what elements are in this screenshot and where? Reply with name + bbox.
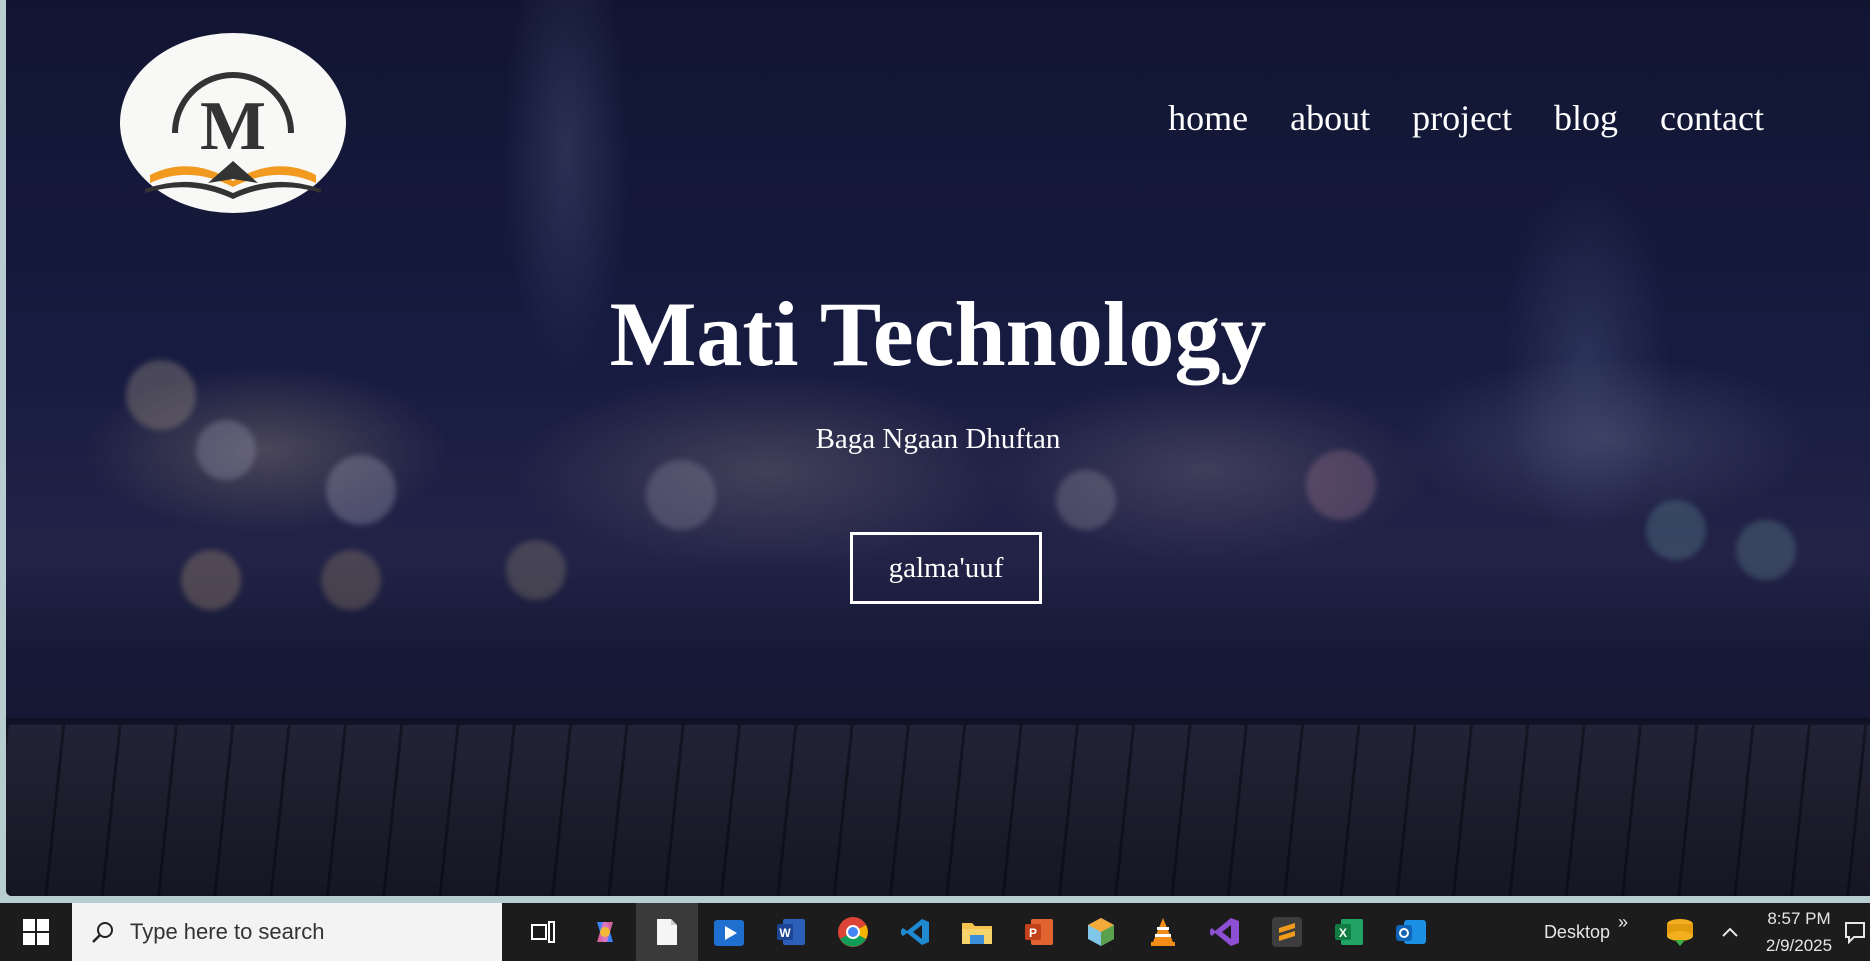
file-explorer-icon[interactable] (946, 903, 1008, 961)
nav-about[interactable]: about (1290, 100, 1370, 136)
vlc-icon[interactable] (1132, 903, 1194, 961)
clock-date: 2/9/2025 (1765, 936, 1833, 955)
vscode-icon[interactable] (884, 903, 946, 961)
book-logo-icon: M (145, 72, 321, 199)
notification-icon[interactable] (1844, 903, 1870, 961)
system-tray: Desktop » 8:57 PM 2/9/2025 (1544, 903, 1870, 961)
media-player-icon[interactable] (698, 903, 760, 961)
search-placeholder: Type here to search (130, 919, 325, 944)
toolbar-chevron[interactable]: » (1618, 912, 1628, 933)
visual-studio-icon[interactable] (1194, 903, 1256, 961)
search-icon (92, 922, 113, 943)
hero-title: Mati Technology (609, 283, 1267, 385)
logo-letter: M (200, 88, 266, 165)
hero-subtitle: Baga Ngaan Dhuftan (815, 423, 1061, 455)
taskbar-clock[interactable]: 8:57 PM 2/9/2025 (1754, 905, 1844, 959)
nav-contact[interactable]: contact (1660, 100, 1764, 136)
taskbar: Type here to search W P X Desktop » 8:57… (0, 903, 1870, 961)
start-button[interactable] (0, 903, 72, 961)
excel-icon[interactable]: X (1318, 903, 1380, 961)
chrome-icon[interactable] (822, 903, 884, 961)
nav-project[interactable]: project (1412, 100, 1512, 136)
svg-text:W: W (779, 926, 791, 940)
browser-viewport: M home about project blog contact Mati T… (6, 0, 1870, 896)
nav-home[interactable]: home (1168, 100, 1248, 136)
site-logo[interactable]: M (120, 33, 346, 213)
coin-stack-icon[interactable] (1654, 903, 1706, 961)
svg-text:X: X (1339, 926, 1347, 940)
clock-time: 8:57 PM (1767, 909, 1831, 928)
outlook-icon[interactable] (1380, 903, 1442, 961)
copilot-icon[interactable] (574, 903, 636, 961)
taskbar-search[interactable]: Type here to search (72, 903, 502, 961)
main-nav: home about project blog contact (1168, 100, 1764, 136)
netbeans-icon[interactable] (1070, 903, 1132, 961)
windows-logo-icon (23, 919, 49, 945)
cta-button[interactable]: galma'uuf (850, 532, 1042, 604)
word-icon[interactable]: W (760, 903, 822, 961)
sublime-text-icon[interactable] (1256, 903, 1318, 961)
powerpoint-icon[interactable]: P (1008, 903, 1070, 961)
desktop-toolbar-label[interactable]: Desktop (1544, 922, 1610, 943)
task-view-icon[interactable] (512, 903, 574, 961)
chevron-up-icon[interactable] (1706, 903, 1754, 961)
notepad-icon[interactable] (636, 903, 698, 961)
svg-text:P: P (1029, 926, 1037, 940)
nav-blog[interactable]: blog (1554, 100, 1618, 136)
